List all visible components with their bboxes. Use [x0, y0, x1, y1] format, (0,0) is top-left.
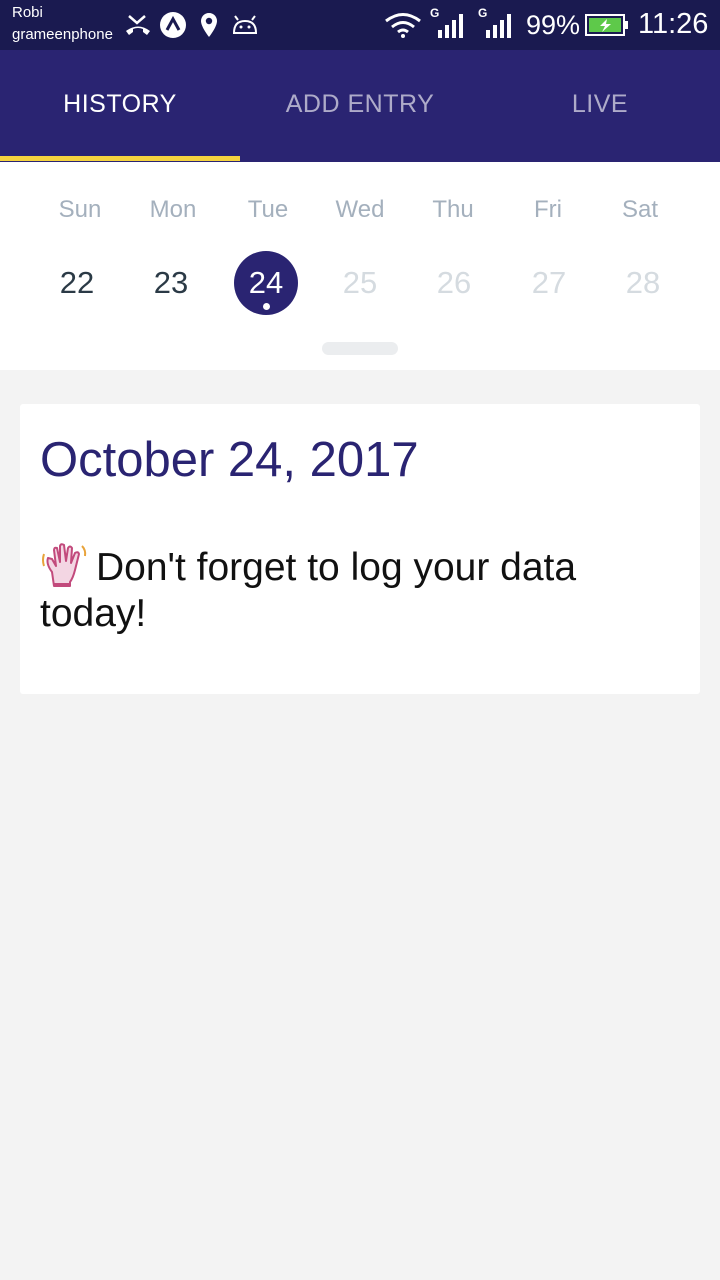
- date-cell-25: 25: [342, 265, 378, 300]
- carrier-name-primary: Robi: [12, 4, 43, 21]
- app-notification-icon: [159, 12, 187, 38]
- weekday-label: Wed: [335, 196, 385, 223]
- reminder-message: Don't forget to log your data today!: [40, 542, 660, 637]
- date-cell-23[interactable]: 23: [139, 251, 203, 315]
- location-icon: [198, 12, 220, 38]
- date-cell-22[interactable]: 22: [45, 251, 109, 315]
- date-cell-28: 28: [625, 265, 661, 300]
- tab-live[interactable]: LIVE: [480, 50, 720, 158]
- battery-charging-icon: [584, 12, 630, 38]
- waving-hand-icon: [40, 542, 88, 588]
- tab-history[interactable]: HISTORY: [0, 50, 240, 158]
- signal-icon: G: [430, 6, 468, 38]
- wifi-icon: [383, 12, 423, 38]
- card-date-title: October 24, 2017: [40, 433, 419, 487]
- missed-call-icon: [124, 12, 152, 38]
- week-calendar: Sun Mon Tue Wed Thu Fri Sat 22 23 24 25 …: [0, 162, 720, 370]
- weekday-label: Tue: [247, 196, 289, 223]
- battery-percentage: 99%: [526, 10, 581, 40]
- weekday-label: Sat: [621, 196, 659, 223]
- carrier-name-secondary: grameenphone: [12, 26, 113, 43]
- weekday-label: Thu: [432, 196, 474, 223]
- date-cell-24-selected[interactable]: 24: [234, 251, 298, 315]
- status-bar: Robi grameenphone G G 99% 11:26: [0, 0, 720, 50]
- weekday-label: Fri: [534, 196, 562, 223]
- day-card: October 24, 2017 Don't forget to log you…: [20, 404, 700, 694]
- active-tab-indicator: [0, 156, 240, 161]
- clock: 11:26: [638, 8, 709, 40]
- has-entry-dot: [263, 303, 270, 310]
- network-type-label: G: [478, 6, 488, 20]
- date-label: 24: [248, 265, 284, 300]
- drag-handle[interactable]: [322, 342, 398, 355]
- date-cell-26: 26: [436, 265, 472, 300]
- reminder-text: Don't forget to log your data today!: [40, 546, 577, 635]
- tab-bar: HISTORY ADD ENTRY LIVE: [0, 50, 720, 162]
- weekday-label: Mon: [149, 196, 197, 223]
- signal-icon: G: [478, 6, 516, 38]
- date-cell-27: 27: [531, 265, 567, 300]
- weekday-label: Sun: [58, 196, 102, 223]
- network-type-label: G: [430, 6, 440, 20]
- tab-add-entry[interactable]: ADD ENTRY: [240, 50, 480, 158]
- android-icon: [230, 12, 260, 38]
